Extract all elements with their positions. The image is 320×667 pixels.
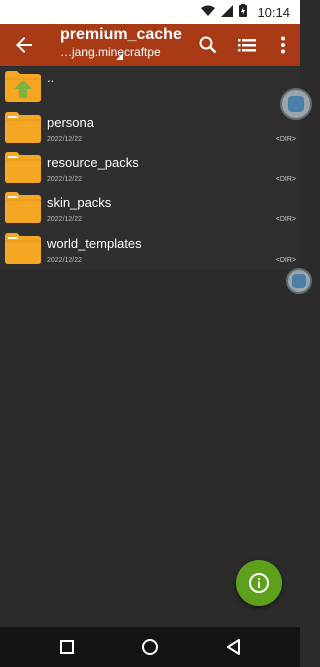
floating-app-icon — [292, 274, 306, 288]
search-icon — [199, 36, 217, 54]
info-icon — [249, 573, 269, 593]
system-nav-bar — [0, 627, 300, 667]
folder-row[interactable]: world_templates 2022/12/22 <DIR> — [0, 228, 300, 268]
back-nav-button[interactable] — [224, 637, 244, 657]
path-titles[interactable]: premium_cache …jang.minecraftpe — [60, 26, 188, 59]
path-dropdown-icon[interactable] — [116, 53, 123, 60]
battery-icon — [239, 4, 248, 20]
wifi-icon — [201, 5, 216, 20]
back-icon — [227, 639, 240, 655]
status-bar: 10:14 — [0, 0, 300, 24]
folder-name: persona — [47, 115, 94, 130]
recent-apps-button[interactable] — [57, 637, 77, 657]
folder-row[interactable]: resource_packs 2022/12/22 <DIR> — [0, 147, 300, 187]
folder-date: 2022/12/22 — [47, 257, 83, 264]
floating-bubble[interactable] — [280, 88, 312, 120]
floating-bubble[interactable] — [286, 268, 312, 294]
folder-path: …jang.minecraftpe — [60, 45, 161, 59]
folder-icon — [5, 192, 41, 223]
folder-icon — [5, 112, 41, 143]
file-list: .. persona 2022/12/22 <DIR> resource_pac… — [0, 66, 300, 270]
folder-name: skin_packs — [47, 195, 112, 210]
folder-type-badge: <DIR> — [275, 176, 296, 183]
folder-date: 2022/12/22 — [47, 216, 83, 223]
folder-name: resource_packs — [47, 155, 139, 170]
back-arrow-icon — [16, 37, 32, 53]
back-button[interactable] — [12, 33, 36, 57]
status-time: 10:14 — [257, 4, 290, 20]
home-button[interactable] — [140, 637, 160, 657]
folder-row[interactable]: persona 2022/12/22 <DIR> — [0, 107, 300, 147]
signal-icon — [221, 4, 234, 20]
view-mode-button[interactable] — [235, 33, 259, 57]
folder-date: 2022/12/22 — [47, 176, 83, 183]
app-bar: premium_cache …jang.minecraftpe — [0, 24, 300, 66]
parent-folder-label: .. — [47, 70, 55, 85]
more-options-button[interactable] — [271, 33, 295, 57]
folder-name: world_templates — [47, 236, 142, 251]
folder-icon — [5, 233, 41, 264]
folder-type-badge: <DIR> — [275, 216, 296, 223]
search-button[interactable] — [196, 33, 220, 57]
folder-row[interactable]: skin_packs 2022/12/22 <DIR> — [0, 187, 300, 227]
parent-folder-row[interactable]: .. — [0, 66, 300, 106]
list-view-icon — [238, 39, 256, 52]
folder-icon — [5, 152, 41, 183]
folder-type-badge: <DIR> — [275, 257, 296, 264]
more-vert-icon — [281, 36, 285, 54]
folder-title: premium_cache — [60, 26, 182, 43]
info-fab-button[interactable] — [236, 560, 282, 606]
recent-apps-icon — [60, 640, 74, 654]
home-icon — [142, 639, 158, 655]
folder-up-icon — [5, 71, 41, 102]
floating-app-icon — [288, 96, 304, 112]
folder-date: 2022/12/22 — [47, 136, 83, 143]
folder-type-badge: <DIR> — [275, 136, 296, 143]
